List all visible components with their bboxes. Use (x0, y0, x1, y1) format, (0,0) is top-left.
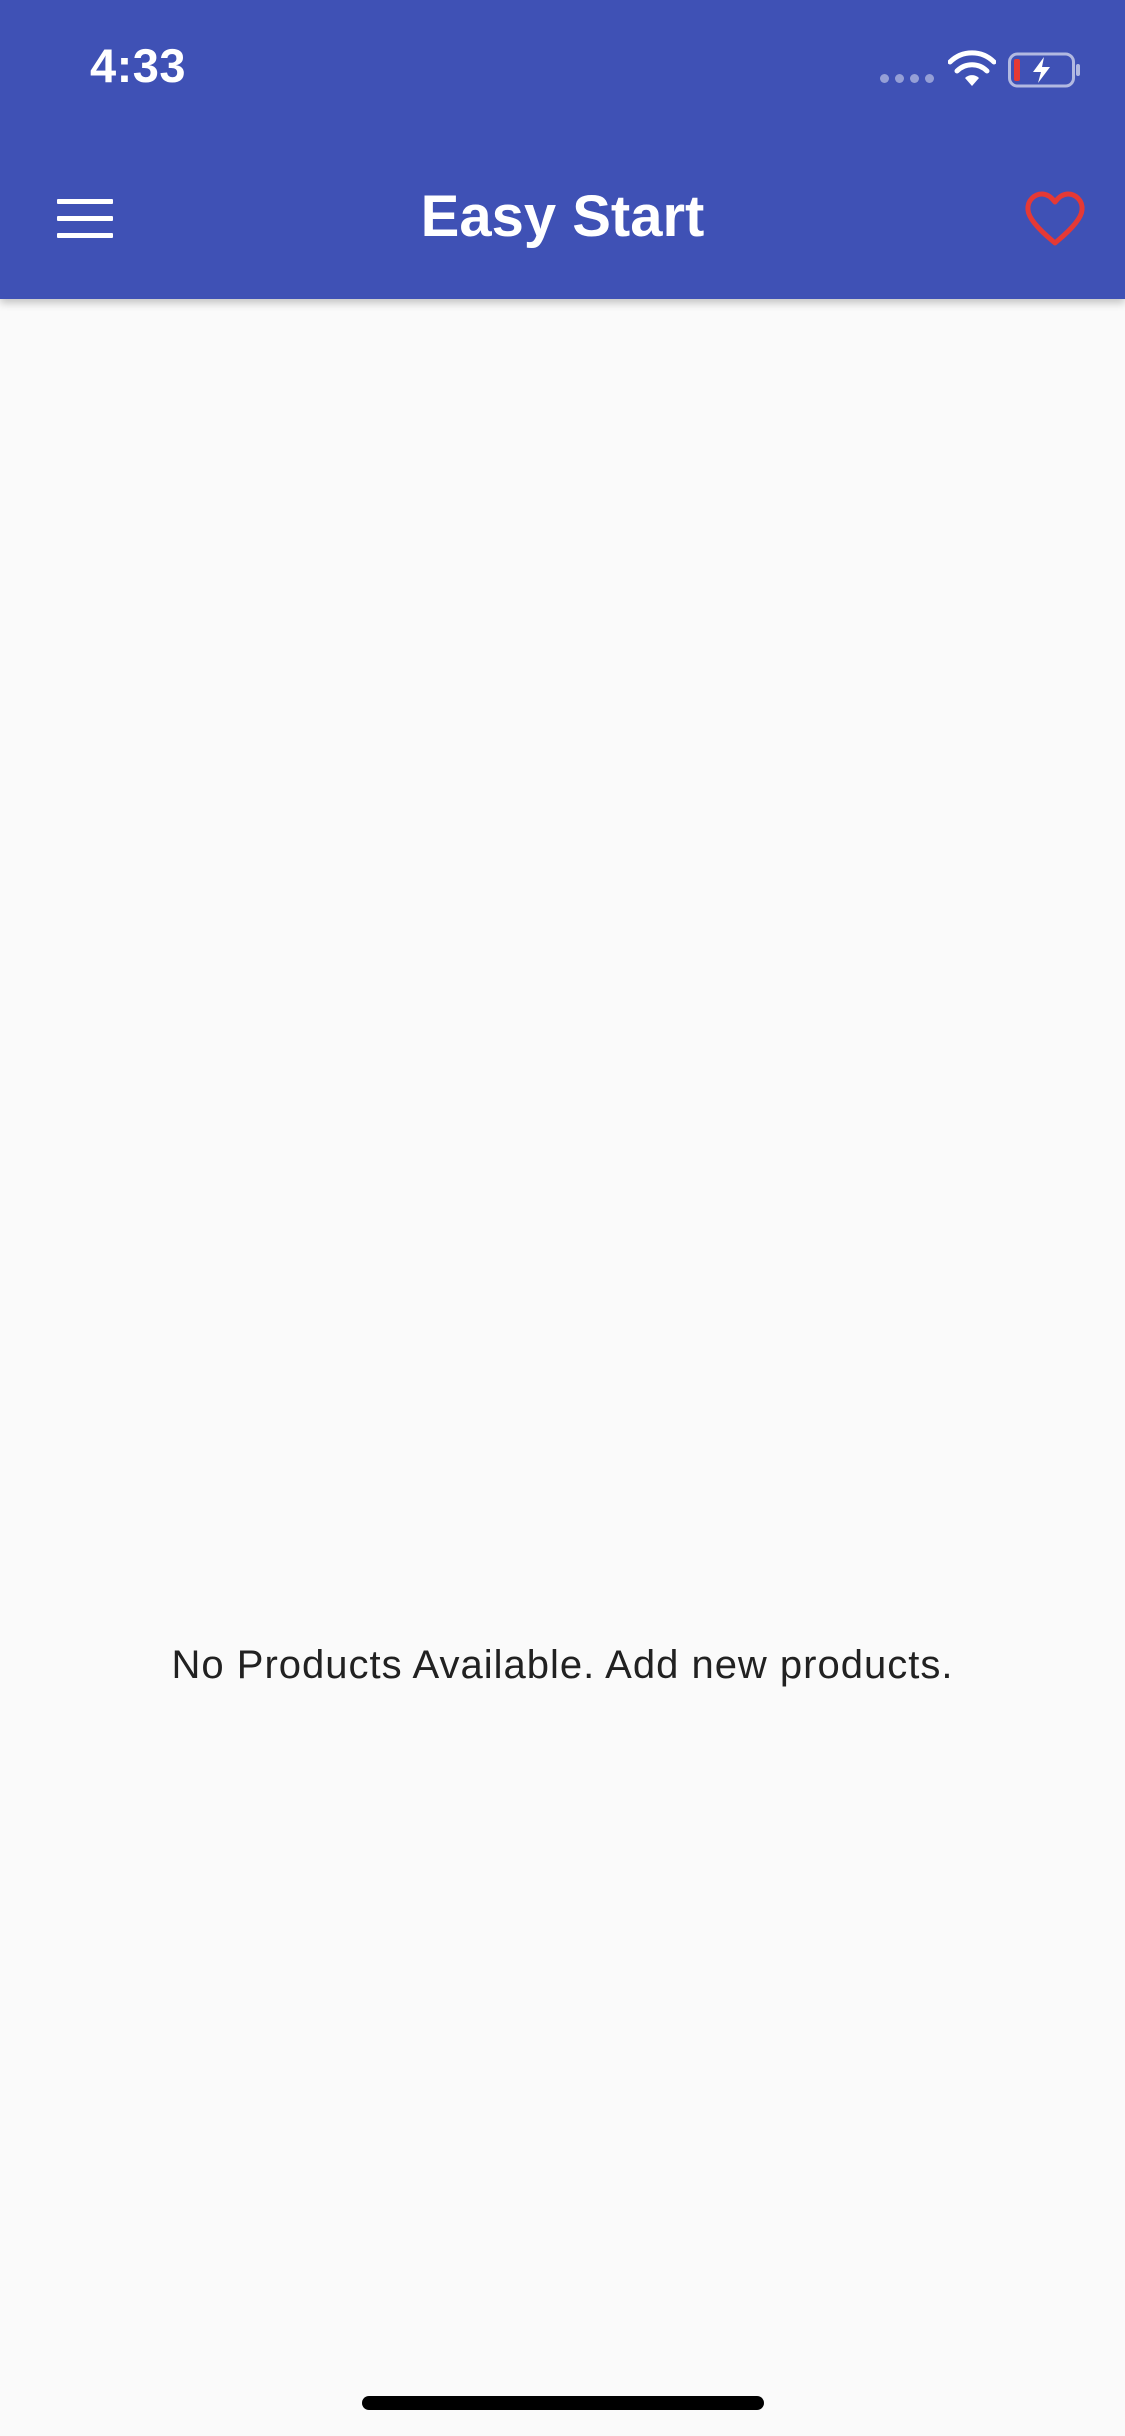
screen: 4:33 Easy Start No Products Available. A… (0, 0, 1125, 2436)
top-bar: 4:33 Easy Start (0, 0, 1125, 299)
battery-charging-icon (1008, 52, 1080, 88)
home-indicator[interactable] (362, 2396, 764, 2410)
signal-icon (880, 74, 936, 84)
app-title: Easy Start (420, 184, 705, 249)
heart-outline-icon (1025, 191, 1085, 246)
app-bar: Easy Start (0, 132, 1125, 299)
wifi-icon (948, 50, 996, 86)
main-content: No Products Available. Add new products. (0, 299, 1125, 2436)
status-time: 4:33 (90, 39, 187, 92)
empty-state-message: No Products Available. Add new products. (171, 1643, 954, 1687)
status-bar: 4:33 (0, 0, 1125, 132)
favorites-button[interactable] (1010, 174, 1100, 264)
